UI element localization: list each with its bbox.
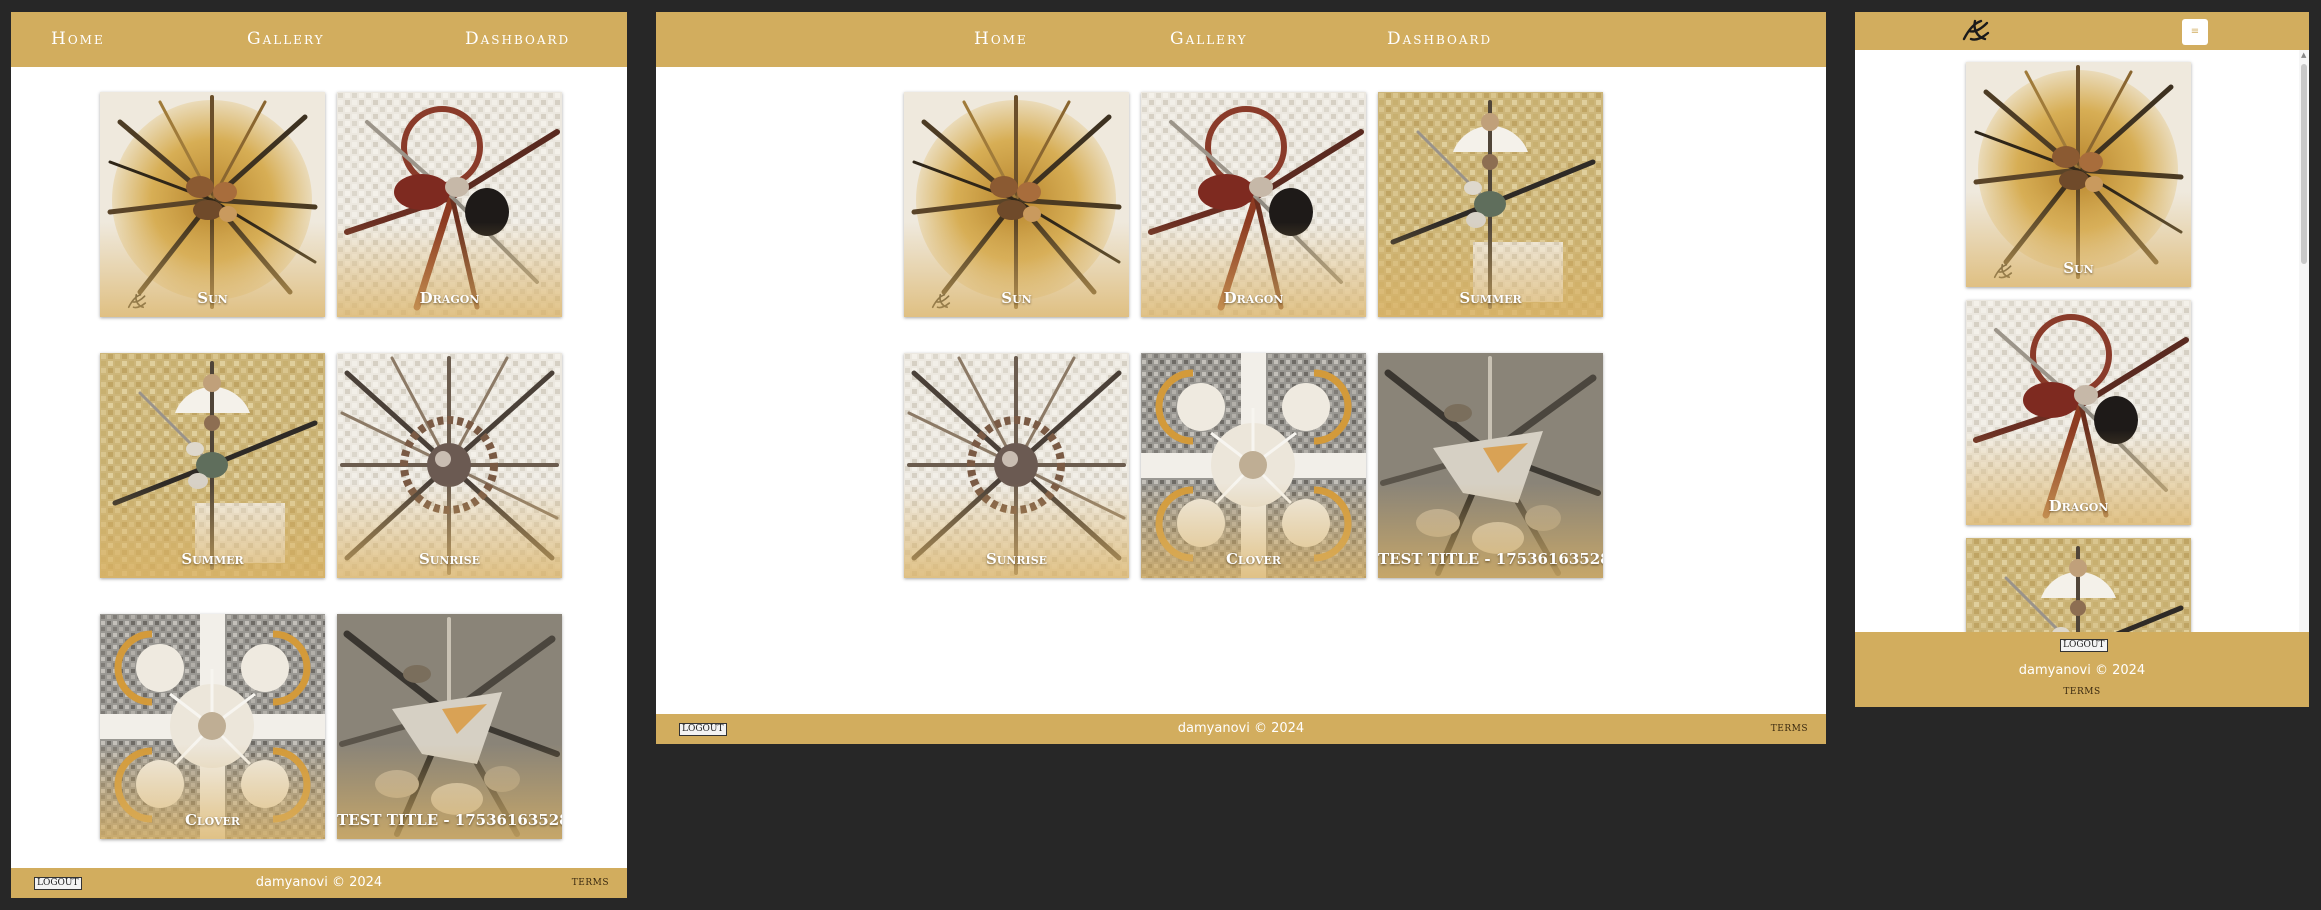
- mobile-footer: LOGOUT damyanovi © 2024 TERMS: [1855, 632, 2309, 707]
- tablet-frame: Home Gallery Dashboard Sun Dragon Summer…: [11, 12, 627, 898]
- nav-gallery-link[interactable]: Gallery: [247, 29, 325, 49]
- gallery-card[interactable]: Dragon: [1141, 92, 1366, 317]
- logout-button[interactable]: LOGOUT: [34, 877, 82, 890]
- card-title: Sun: [197, 289, 228, 307]
- gallery-card[interactable]: Summer: [100, 353, 325, 578]
- nav-gallery-link[interactable]: Gallery: [1170, 29, 1248, 49]
- card-title: TEST TITLE - 1753616352810: [1378, 550, 1603, 568]
- mobile-frame: ≡ Sun Dragon Summer ▲ ▼ LOGOUT damyanovi…: [1855, 12, 2309, 707]
- desktop-frame: Home Gallery Dashboard Sun Dragon Summer…: [656, 12, 1826, 744]
- nav-bar: Home Gallery Dashboard: [656, 12, 1826, 67]
- gallery-card[interactable]: TEST TITLE - 1753616352810: [337, 614, 562, 839]
- footer: LOGOUT damyanovi © 2024 TERMS: [11, 868, 627, 898]
- gallery-card[interactable]: Clover: [1141, 353, 1366, 578]
- mobile-gallery-scroll[interactable]: Sun Dragon Summer ▲ ▼: [1855, 50, 2309, 645]
- gallery-card[interactable]: Sun: [100, 92, 325, 317]
- hamburger-menu-icon[interactable]: ≡: [2182, 19, 2208, 45]
- gallery-card[interactable]: Sun: [1966, 62, 2191, 287]
- nav-bar: Home Gallery Dashboard: [11, 12, 627, 67]
- gallery-card[interactable]: Clover: [100, 614, 325, 839]
- card-title: Sun: [1001, 289, 1032, 307]
- card-title: Sunrise: [418, 550, 481, 568]
- footer-copy-wrap: damyanovi © 2024: [11, 875, 627, 890]
- copyright-text: damyanovi © 2024: [1177, 721, 1305, 736]
- terms-wrap: TERMS: [1855, 687, 2309, 697]
- card-title: Summer: [1459, 289, 1522, 307]
- gallery-card[interactable]: Sun: [904, 92, 1129, 317]
- card-title: Clover: [184, 811, 241, 829]
- terms-link[interactable]: TERMS: [1771, 724, 1808, 734]
- nav-dashboard-link[interactable]: Dashboard: [1387, 29, 1492, 49]
- nav-home-link[interactable]: Home: [51, 29, 105, 49]
- terms-link[interactable]: TERMS: [572, 878, 609, 888]
- gallery-card[interactable]: Dragon: [337, 92, 562, 317]
- mobile-nav-bar: ≡: [1855, 12, 2309, 50]
- card-title: Clover: [1225, 550, 1282, 568]
- footer: LOGOUT damyanovi © 2024 TERMS: [656, 714, 1826, 744]
- nav-dashboard-link[interactable]: Dashboard: [465, 29, 570, 49]
- gallery-card[interactable]: Summer: [1378, 92, 1603, 317]
- logo-icon[interactable]: [1961, 17, 1991, 43]
- gallery-card[interactable]: Dragon: [1966, 300, 2191, 525]
- artwork-image: [1966, 538, 2191, 645]
- card-title: Sun: [2063, 259, 2094, 277]
- logout-button[interactable]: LOGOUT: [2060, 639, 2108, 652]
- card-title: Summer: [181, 550, 244, 568]
- scroll-up-icon[interactable]: ▲: [2301, 51, 2306, 59]
- gallery-card[interactable]: Summer: [1966, 538, 2191, 645]
- copyright-text: damyanovi © 2024: [255, 875, 383, 890]
- card-title: Dragon: [419, 289, 480, 307]
- nav-home-link[interactable]: Home: [974, 29, 1028, 49]
- scrollbar[interactable]: ▲ ▼: [2299, 50, 2309, 645]
- gallery-card[interactable]: TEST TITLE - 1753616352810: [1378, 353, 1603, 578]
- scrollbar-thumb[interactable]: [2301, 64, 2307, 264]
- gallery-card[interactable]: Sunrise: [337, 353, 562, 578]
- card-title: Sunrise: [985, 550, 1048, 568]
- card-title: Dragon: [1223, 289, 1284, 307]
- gallery-card[interactable]: Sunrise: [904, 353, 1129, 578]
- logout-button[interactable]: LOGOUT: [679, 723, 727, 736]
- card-title: TEST TITLE - 1753616352810: [337, 811, 562, 829]
- copyright-text: damyanovi © 2024: [2018, 663, 2146, 678]
- card-title: Dragon: [2048, 497, 2109, 515]
- terms-link[interactable]: TERMS: [2063, 687, 2100, 697]
- footer-copy-wrap: damyanovi © 2024: [656, 721, 1826, 736]
